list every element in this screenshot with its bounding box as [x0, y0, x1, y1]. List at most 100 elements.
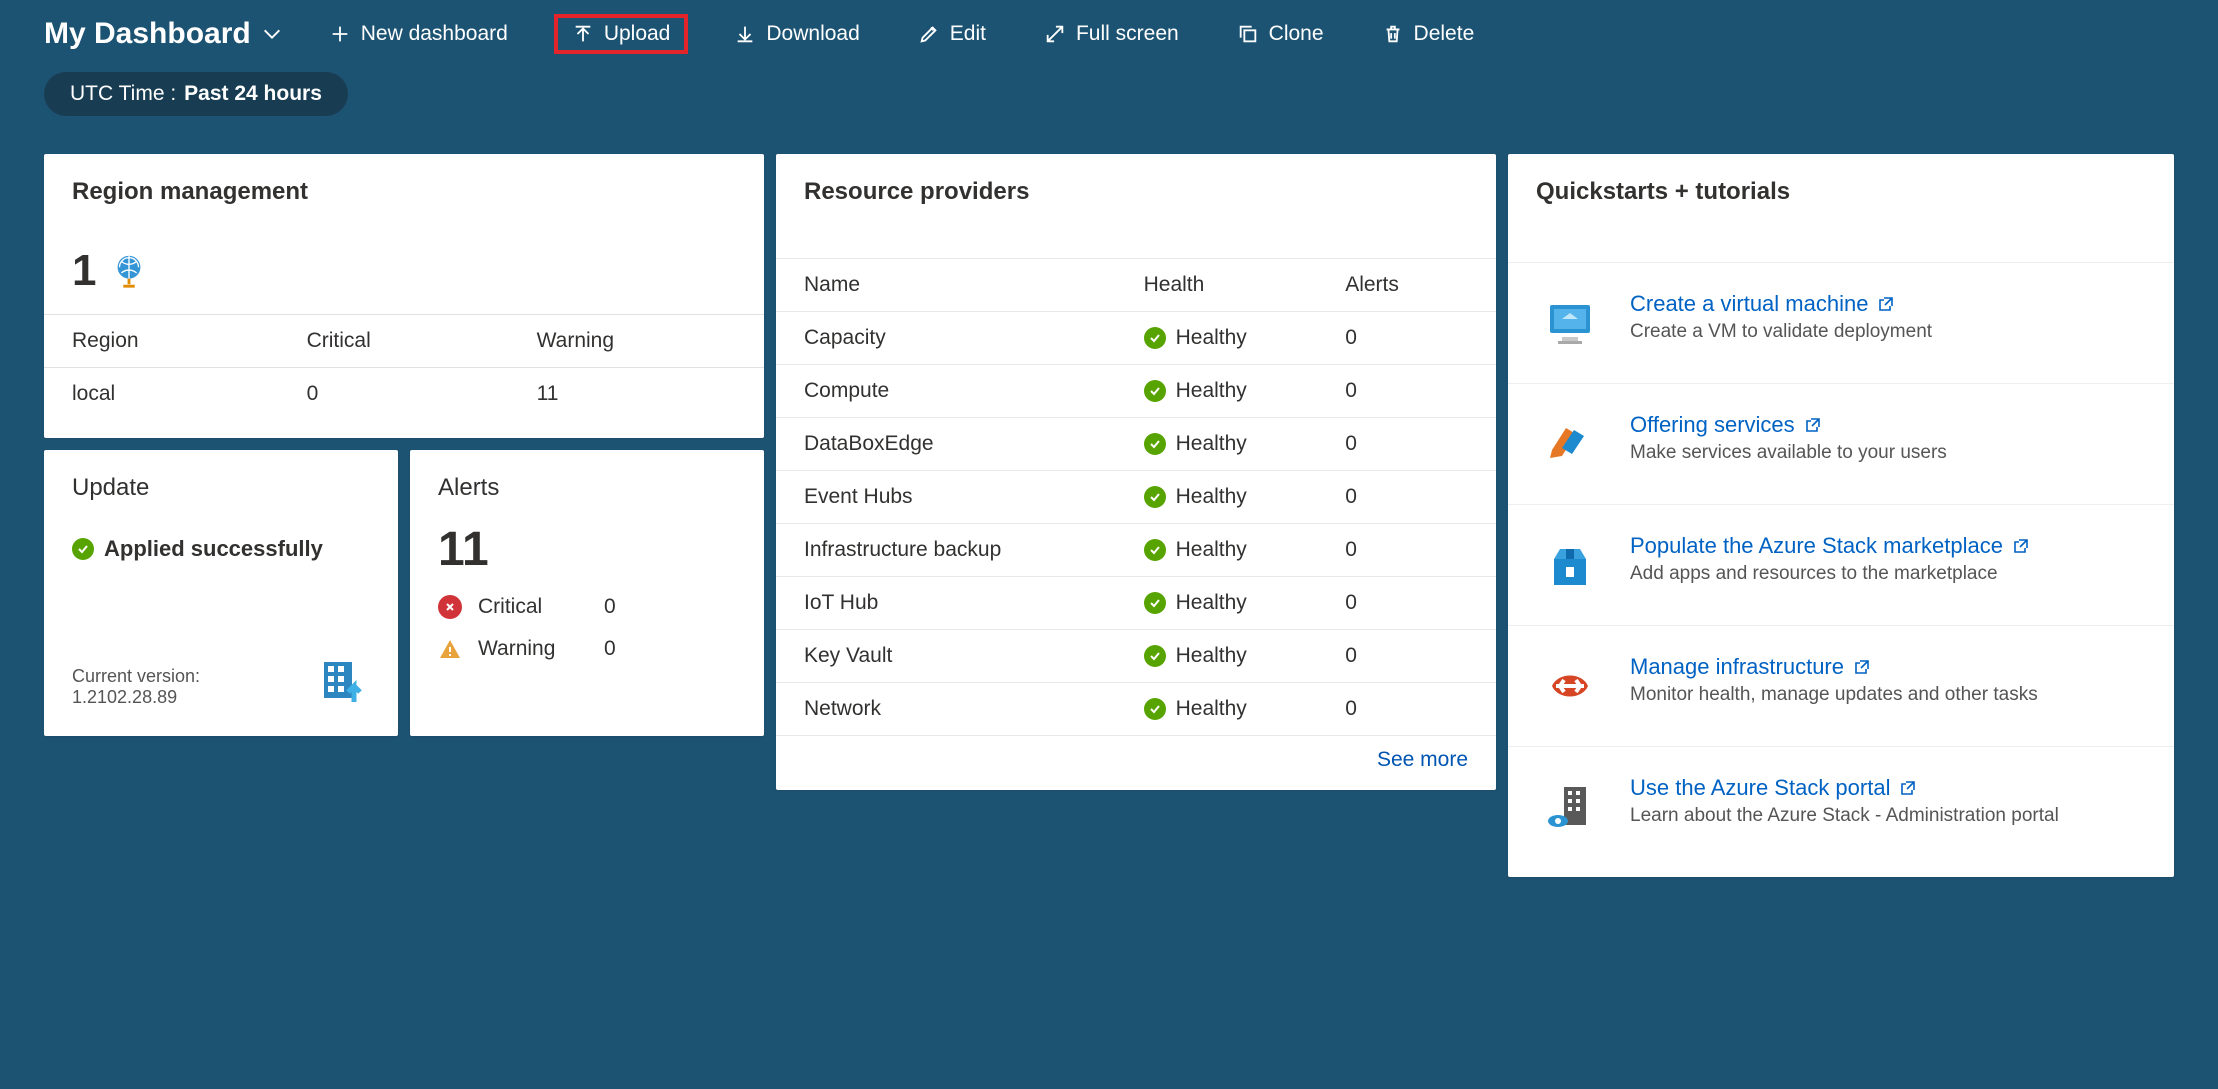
check-icon: [72, 538, 94, 560]
building-upload-icon: [314, 652, 370, 708]
clone-button[interactable]: Clone: [1225, 16, 1336, 52]
table-row[interactable]: ComputeHealthy0: [776, 365, 1496, 418]
quickstart-icon: [1538, 533, 1602, 597]
fullscreen-label: Full screen: [1076, 22, 1179, 46]
quickstart-link[interactable]: Manage infrastructure: [1630, 654, 2038, 680]
alerts-total: 11: [438, 522, 736, 577]
table-row[interactable]: CapacityHealthy0: [776, 312, 1496, 365]
resource-providers-title: Resource providers: [776, 154, 1496, 222]
time-filter-label: UTC Time :: [70, 82, 176, 106]
globe-icon: [110, 252, 148, 290]
check-icon: [1144, 380, 1166, 402]
external-link-icon: [1854, 659, 1870, 675]
rp-health: Healthy: [1122, 683, 1324, 736]
region-table: Region Critical Warning local 0 11: [44, 315, 764, 420]
quickstart-item[interactable]: Create a virtual machineCreate a VM to v…: [1508, 262, 2174, 383]
upload-button[interactable]: Upload: [554, 14, 689, 54]
col-warning: Warning: [509, 315, 764, 368]
cell-critical: 0: [279, 368, 509, 421]
time-filter-value: Past 24 hours: [184, 82, 322, 106]
rp-alerts: 0: [1323, 683, 1496, 736]
quickstart-link[interactable]: Offering services: [1630, 412, 1947, 438]
check-icon: [1144, 592, 1166, 614]
rp-health: Healthy: [1122, 312, 1324, 365]
rp-alerts: 0: [1323, 630, 1496, 683]
quickstart-icon: [1538, 654, 1602, 718]
check-icon: [1144, 698, 1166, 720]
quickstart-desc: Make services available to your users: [1630, 438, 1947, 464]
pencil-icon: [918, 23, 940, 45]
quickstart-item[interactable]: Manage infrastructureMonitor health, man…: [1508, 625, 2174, 746]
quickstart-link[interactable]: Use the Azure Stack portal: [1630, 775, 2059, 801]
update-tile[interactable]: Update Applied successfully Current vers…: [44, 450, 398, 736]
fullscreen-icon: [1044, 23, 1066, 45]
clone-icon: [1237, 23, 1259, 45]
external-link-icon: [1878, 296, 1894, 312]
rp-name: Event Hubs: [776, 471, 1122, 524]
table-row[interactable]: IoT HubHealthy0: [776, 577, 1496, 630]
download-label: Download: [766, 22, 859, 46]
download-button[interactable]: Download: [722, 16, 871, 52]
table-row[interactable]: Key VaultHealthy0: [776, 630, 1496, 683]
col-alerts: Alerts: [1323, 259, 1496, 312]
resource-providers-table: Name Health Alerts CapacityHealthy0Compu…: [776, 258, 1496, 736]
check-icon: [1144, 645, 1166, 667]
table-row[interactable]: NetworkHealthy0: [776, 683, 1496, 736]
rp-alerts: 0: [1323, 524, 1496, 577]
rp-name: Network: [776, 683, 1122, 736]
dashboard-title-dropdown[interactable]: My Dashboard: [44, 17, 283, 51]
quickstart-icon: [1538, 775, 1602, 839]
quickstart-link[interactable]: Create a virtual machine: [1630, 291, 1932, 317]
table-row[interactable]: local 0 11: [44, 368, 764, 421]
region-management-tile[interactable]: Region management 1 Region Critical Warn…: [44, 154, 764, 438]
version-value: 1.2102.28.89: [72, 687, 200, 708]
edit-button[interactable]: Edit: [906, 16, 998, 52]
quickstart-desc: Create a VM to validate deployment: [1630, 317, 1932, 343]
plus-icon: [329, 23, 351, 45]
dashboard-header: My Dashboard New dashboard Upload Downlo…: [0, 0, 2218, 54]
rp-name: DataBoxEdge: [776, 418, 1122, 471]
delete-label: Delete: [1414, 22, 1475, 46]
quickstart-item[interactable]: Offering servicesMake services available…: [1508, 383, 2174, 504]
edit-label: Edit: [950, 22, 986, 46]
rp-health: Healthy: [1122, 630, 1324, 683]
rp-health: Healthy: [1122, 418, 1324, 471]
col-health: Health: [1122, 259, 1324, 312]
quickstart-item[interactable]: Populate the Azure Stack marketplaceAdd …: [1508, 504, 2174, 625]
rp-health: Healthy: [1122, 577, 1324, 630]
quickstart-icon: [1538, 412, 1602, 476]
table-row[interactable]: Event HubsHealthy0: [776, 471, 1496, 524]
chevron-down-icon: [261, 23, 283, 45]
delete-button[interactable]: Delete: [1370, 16, 1487, 52]
rp-alerts: 0: [1323, 418, 1496, 471]
quickstart-link[interactable]: Populate the Azure Stack marketplace: [1630, 533, 2029, 559]
quickstart-item[interactable]: Use the Azure Stack portalLearn about th…: [1508, 746, 2174, 867]
rp-name: Infrastructure backup: [776, 524, 1122, 577]
fullscreen-button[interactable]: Full screen: [1032, 16, 1191, 52]
trash-icon: [1382, 23, 1404, 45]
dashboard-title: My Dashboard: [44, 17, 251, 51]
rp-health: Healthy: [1122, 524, 1324, 577]
dashboard-grid: Region management 1 Region Critical Warn…: [0, 134, 2218, 897]
col-critical: Critical: [279, 315, 509, 368]
new-dashboard-button[interactable]: New dashboard: [317, 16, 520, 52]
critical-label: Critical: [478, 595, 588, 619]
rp-alerts: 0: [1323, 577, 1496, 630]
critical-value: 0: [604, 595, 616, 619]
rp-name: Capacity: [776, 312, 1122, 365]
check-icon: [1144, 486, 1166, 508]
quickstarts-tile: Quickstarts + tutorials Create a virtual…: [1508, 154, 2174, 877]
warning-value: 0: [604, 637, 616, 661]
rp-alerts: 0: [1323, 365, 1496, 418]
table-row[interactable]: DataBoxEdgeHealthy0: [776, 418, 1496, 471]
table-row[interactable]: Infrastructure backupHealthy0: [776, 524, 1496, 577]
rp-health: Healthy: [1122, 365, 1324, 418]
col-name: Name: [776, 259, 1122, 312]
resource-providers-tile[interactable]: Resource providers Name Health Alerts Ca…: [776, 154, 1496, 790]
new-dashboard-label: New dashboard: [361, 22, 508, 46]
upload-label: Upload: [604, 22, 671, 46]
quickstart-desc: Add apps and resources to the marketplac…: [1630, 559, 2029, 585]
see-more-link[interactable]: See more: [776, 736, 1496, 790]
time-filter-pill[interactable]: UTC Time : Past 24 hours: [44, 72, 348, 116]
alerts-tile[interactable]: Alerts 11 Critical 0 Warning: [410, 450, 764, 736]
